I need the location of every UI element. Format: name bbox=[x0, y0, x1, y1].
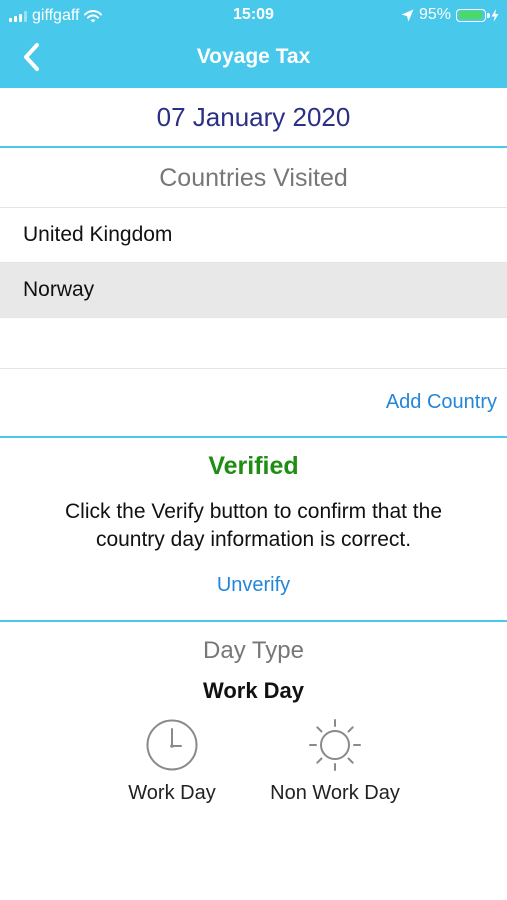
battery-percent: 95% bbox=[418, 6, 451, 23]
verify-instructions: Click the Verify button to confirm that … bbox=[64, 500, 442, 551]
divider bbox=[0, 317, 507, 318]
battery-level bbox=[458, 11, 483, 19]
sun-icon bbox=[309, 719, 361, 771]
verified-status: Verified bbox=[208, 452, 299, 480]
non-work-day-label: Non Work Day bbox=[270, 782, 400, 804]
day-type-current: Work Day bbox=[202, 678, 305, 703]
divider bbox=[0, 368, 507, 369]
app-header: giffgaff 15:09 95% Voyage Tax bbox=[0, 0, 507, 88]
add-country-button[interactable]: Add Country bbox=[386, 391, 497, 414]
battery-icon bbox=[456, 8, 490, 22]
status-bar: giffgaff 15:09 95% bbox=[0, 0, 507, 30]
day-type-title: Day Type bbox=[203, 637, 304, 664]
countries-title: Countries Visited bbox=[159, 164, 348, 192]
country-row-norway[interactable]: Norway bbox=[0, 263, 507, 317]
page-title: Voyage Tax bbox=[196, 45, 311, 68]
unverify-button[interactable]: Unverify bbox=[0, 574, 507, 597]
divider bbox=[0, 146, 507, 148]
location-arrow-icon bbox=[401, 9, 414, 21]
country-row-united-kingdom[interactable]: United Kingdom bbox=[0, 208, 507, 262]
divider bbox=[0, 620, 507, 622]
divider bbox=[0, 436, 507, 438]
date-selector[interactable]: 07 January 2020 bbox=[0, 88, 507, 147]
non-work-day-option[interactable]: Non Work Day bbox=[260, 718, 410, 813]
work-day-label: Work Day bbox=[128, 782, 216, 804]
work-day-option[interactable]: Work Day bbox=[97, 718, 247, 813]
status-right: 95% bbox=[401, 6, 499, 24]
charging-bolt-icon bbox=[491, 8, 499, 22]
clock-icon bbox=[146, 719, 198, 771]
